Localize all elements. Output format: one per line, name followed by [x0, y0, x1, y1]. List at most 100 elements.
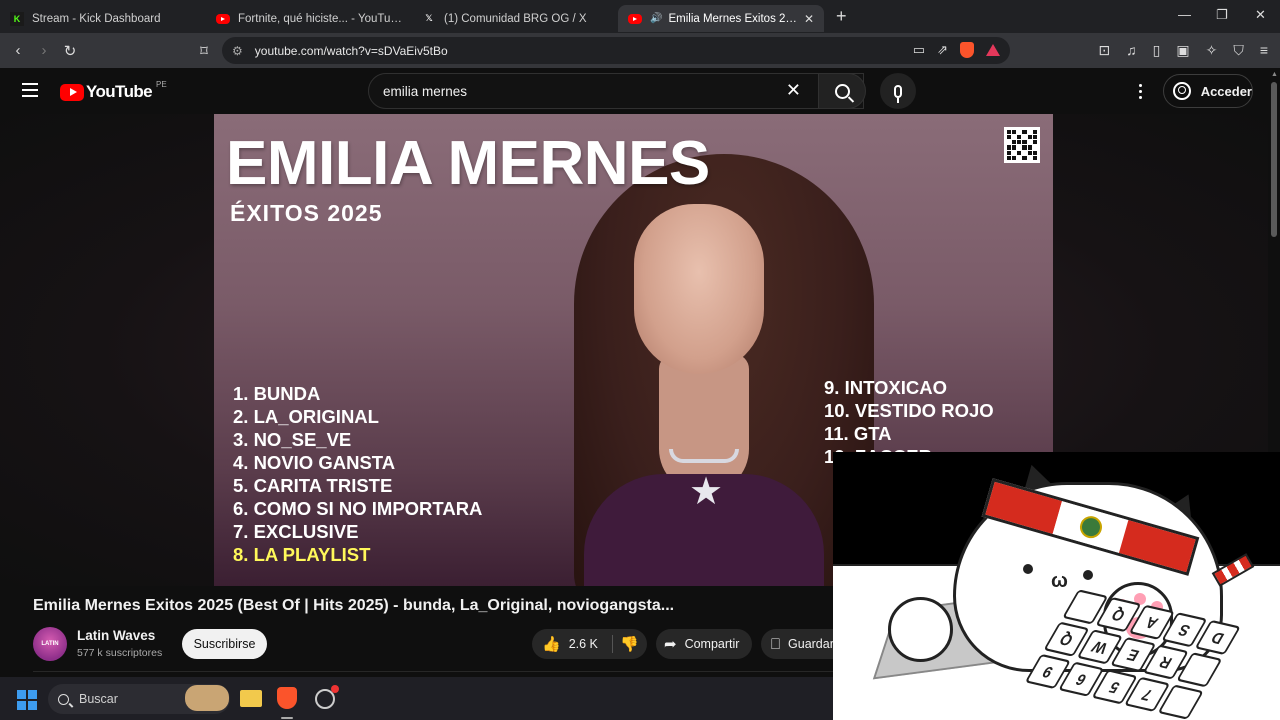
tab-title: Emilia Mernes Exitos 2025 (Be: [668, 12, 798, 25]
browser-tab-bar: K Stream - Kick Dashboard Fortnite, qué …: [0, 0, 1280, 33]
address-bar-actions: ▭ ⇗: [913, 42, 1000, 58]
share-label: Compartir: [684, 637, 740, 651]
youtube-icon: [628, 13, 642, 24]
kick-icon: K: [10, 11, 24, 26]
star-pendant-icon: ★: [689, 471, 724, 513]
browser-tab-active[interactable]: 🔊 Emilia Mernes Exitos 2025 (Be ✕: [618, 5, 824, 32]
tab-title: (1) Comunidad BRG OG / X: [444, 12, 587, 25]
brave-shields-icon[interactable]: [960, 42, 974, 58]
windows-taskbar: Buscar: [0, 677, 833, 720]
country-code: PE: [156, 79, 167, 89]
reload-icon[interactable]: ↻: [58, 42, 82, 60]
bookmark-save-icon: ⎕: [771, 635, 781, 653]
search-input[interactable]: [383, 83, 783, 99]
windows-start-icon[interactable]: [17, 690, 37, 710]
guide-menu-icon[interactable]: [22, 83, 38, 101]
track-item: 11. GTA: [824, 423, 892, 444]
like-icon[interactable]: 👍: [542, 635, 561, 653]
account-icon: [1173, 82, 1191, 100]
browser-toolbar-right: ⊡ ♫ ▯ ▣ ✧ ⛉ ≡: [1098, 42, 1268, 59]
x-icon: 𝕏: [425, 13, 433, 23]
wallet-icon[interactable]: ▣: [1176, 42, 1189, 59]
app-notification-icon[interactable]: [315, 685, 339, 709]
search-icon: [58, 693, 69, 705]
track-item: 2. LA_ORIGINAL: [233, 406, 379, 427]
youtube-icon: [216, 13, 230, 24]
youtube-logo[interactable]: YouTube PE: [60, 79, 167, 102]
subscriber-count: 577 k suscriptores: [77, 647, 163, 659]
address-bar[interactable]: ⚙ youtube.com/watch?v=sDVaEiv5tBo ▭ ⇗: [222, 37, 1010, 64]
extension-icon[interactable]: ⊡: [1098, 42, 1110, 59]
menu-icon[interactable]: ≡: [1260, 42, 1268, 59]
thumbnail-title: EMILIA MERNES: [226, 129, 710, 198]
thumbnail-subtitle: ÉXITOS 2025: [230, 200, 383, 226]
cat-paw-left: [888, 597, 953, 662]
bookmark-icon[interactable]: ⌑: [192, 42, 216, 60]
share-icon: ➦: [664, 636, 677, 653]
leo-ai-icon[interactable]: ✧: [1206, 42, 1218, 59]
brave-browser-icon[interactable]: [277, 687, 297, 709]
video-title: Emilia Mernes Exitos 2025 (Best Of | Hit…: [33, 597, 675, 614]
video-frame-necklace: [669, 449, 739, 463]
music-icon[interactable]: ♫: [1126, 42, 1137, 59]
track-item-highlighted: 8. LA PLAYLIST: [233, 544, 371, 565]
tab-title: Stream - Kick Dashboard: [32, 12, 161, 25]
settings-kebab-icon[interactable]: [1139, 84, 1142, 99]
sign-in-button[interactable]: Acceder: [1163, 74, 1253, 108]
vpn-icon[interactable]: ⛉: [1233, 42, 1244, 59]
channel-avatar-text: LATIN: [41, 641, 59, 647]
site-settings-icon[interactable]: ⚙: [232, 44, 243, 58]
sidebar-icon[interactable]: ▯: [1153, 42, 1161, 59]
cat-eye-left: [1023, 564, 1033, 574]
scroll-up-icon[interactable]: ▲: [1271, 71, 1278, 78]
youtube-wordmark: YouTube: [86, 82, 153, 101]
brave-rewards-icon[interactable]: [986, 44, 1000, 56]
bongo-cat-overlay: ω Q A S D Q W E R 9 6 5 7: [833, 452, 1280, 720]
qr-code-icon: [1004, 127, 1040, 163]
cat-eye-right: [1083, 570, 1093, 580]
track-item: 6. COMO SI NO IMPORTARA: [233, 498, 483, 519]
url-text: youtube.com/watch?v=sDVaEiv5tBo: [254, 43, 448, 58]
file-explorer-icon[interactable]: [240, 690, 262, 707]
search-icon: [834, 83, 850, 99]
tracklist-left: 1. BUNDA 2. LA_ORIGINAL 3. NO_SE_VE 4. N…: [233, 382, 482, 566]
share-page-icon[interactable]: ⇗: [937, 42, 948, 58]
forward-icon[interactable]: ›: [32, 42, 56, 59]
taskbar-search-placeholder: Buscar: [79, 692, 118, 706]
scrollbar-thumb[interactable]: [1271, 82, 1277, 237]
track-item: 9. INTOXICAO: [824, 377, 948, 398]
back-icon[interactable]: ‹: [6, 42, 30, 59]
track-item: 3. NO_SE_VE: [233, 429, 352, 450]
voice-search-button[interactable]: [880, 73, 916, 109]
clear-search-icon[interactable]: ✕: [786, 80, 801, 101]
search-highlight-icon[interactable]: [185, 685, 229, 711]
minimize-icon[interactable]: —: [1178, 7, 1191, 22]
search-box[interactable]: ✕: [368, 73, 864, 109]
cast-icon[interactable]: ▭: [913, 42, 925, 58]
browser-navbar: ‹ › ↻ ⌑ ⚙ youtube.com/watch?v=sDVaEiv5tB…: [0, 33, 1280, 68]
like-count[interactable]: 2.6 K: [569, 637, 598, 651]
active-app-indicator: [281, 717, 293, 719]
new-tab-icon[interactable]: +: [836, 6, 847, 27]
cat-mouth: ω: [1051, 570, 1068, 592]
share-button[interactable]: ➦ Compartir: [656, 629, 752, 659]
browser-tab[interactable]: Fortnite, qué hiciste... - YouTube: [206, 5, 412, 32]
channel-avatar[interactable]: LATIN: [33, 627, 67, 661]
maximize-icon[interactable]: ❐: [1216, 7, 1228, 23]
track-item: 1. BUNDA: [233, 383, 321, 404]
youtube-header: YouTube PE ✕ Acceder: [0, 68, 1280, 114]
close-tab-icon[interactable]: ✕: [804, 12, 814, 26]
like-divider: [612, 635, 613, 653]
track-item: 10. VESTIDO ROJO: [824, 400, 994, 421]
subscribe-button[interactable]: Suscribirse: [182, 629, 267, 659]
browser-tab[interactable]: K Stream - Kick Dashboard: [0, 5, 206, 32]
dislike-icon[interactable]: 👎: [620, 635, 639, 653]
peru-coat-of-arms-icon: [1076, 513, 1105, 541]
browser-tab[interactable]: 𝕏 (1) Comunidad BRG OG / X: [412, 5, 618, 32]
search-button[interactable]: [818, 73, 866, 109]
channel-name[interactable]: Latin Waves: [77, 628, 155, 643]
window-close-icon[interactable]: ✕: [1255, 7, 1266, 23]
track-item: 7. EXCLUSIVE: [233, 521, 359, 542]
tab-title: Fortnite, qué hiciste... - YouTube: [238, 12, 402, 25]
sign-in-label: Acceder: [1200, 83, 1252, 99]
